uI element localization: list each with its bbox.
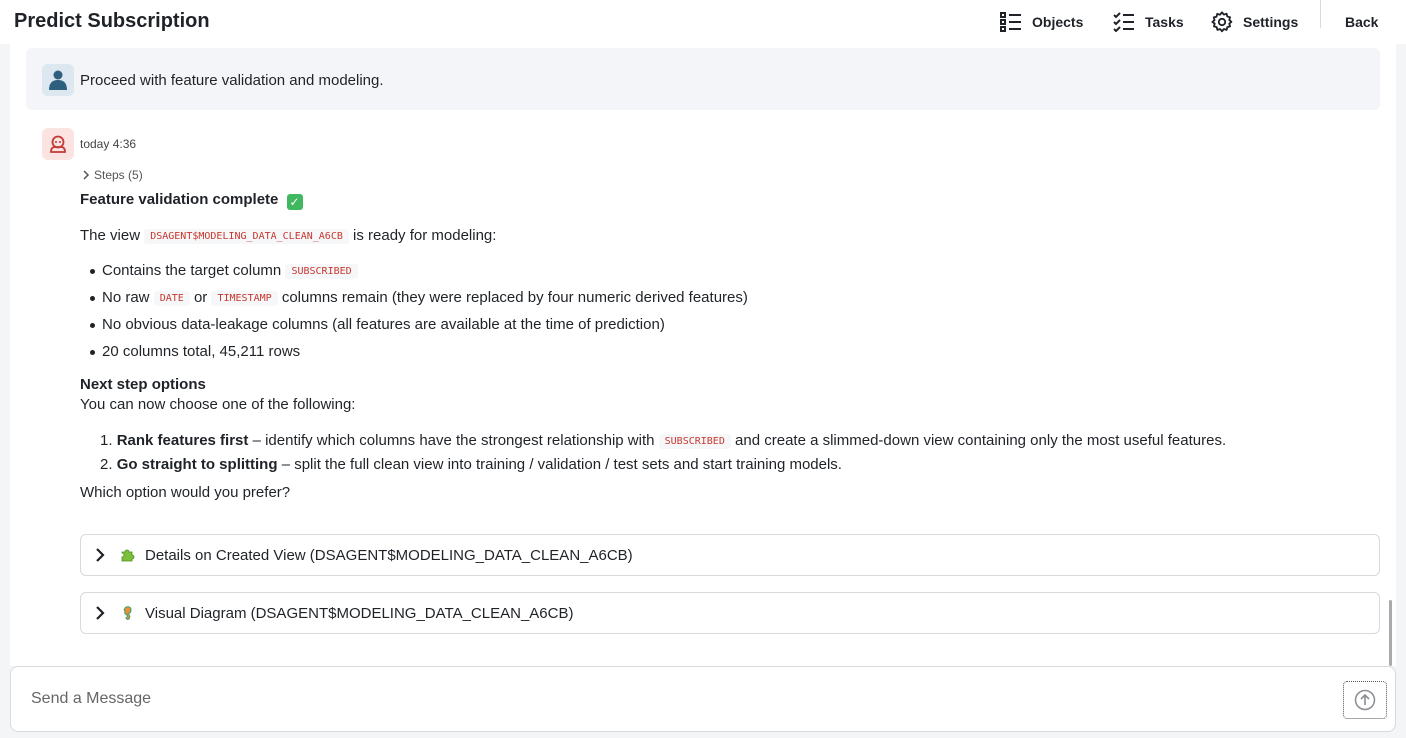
steps-label: Steps (5) (94, 168, 143, 182)
list-item: No raw DATE or TIMESTAMP columns remain … (88, 284, 1380, 311)
list-item: Contains the target column SUBSCRIBED (88, 257, 1380, 284)
chevron-right-icon (83, 170, 90, 180)
puzzle-icon (119, 546, 137, 564)
user-icon (49, 70, 67, 90)
bullet1-prefix: Contains the target column (102, 262, 282, 279)
checklist-icon (1113, 12, 1134, 32)
bullet2-or: or (193, 289, 208, 306)
list-item: 2. Go straight to splitting – split the … (100, 453, 1380, 477)
robot-icon (50, 135, 66, 153)
seahorse-icon (119, 604, 137, 622)
send-button[interactable] (1343, 681, 1387, 719)
user-message-text: Proceed with feature validation and mode… (80, 72, 384, 89)
nav-divider (1320, 0, 1321, 28)
bullet2-prefix: No raw (102, 289, 150, 306)
closing-question: Which option would you prefer? (80, 484, 291, 501)
result-heading-text: Feature validation complete (80, 191, 279, 208)
option-text: – identify which columns have the strong… (252, 432, 655, 449)
back-button[interactable]: Back (1345, 8, 1378, 36)
intro-line: The view DSAGENT$MODELING_DATA_CLEAN_A6C… (80, 226, 1380, 246)
assistant-message-body: Feature validation complete ✓ The view D… (80, 190, 1380, 503)
objects-button[interactable]: Objects (1000, 8, 1083, 36)
gear-icon (1211, 11, 1233, 33)
message-composer (10, 666, 1396, 732)
tasks-label: Tasks (1145, 14, 1184, 30)
target-column-code: SUBSCRIBED (658, 434, 731, 449)
diagram-expander[interactable]: Visual Diagram (DSAGENT$MODELING_DATA_CL… (80, 592, 1380, 634)
assistant-avatar (42, 128, 74, 160)
timestamp-code: TIMESTAMP (211, 291, 278, 306)
next-steps-heading: Next step options (80, 376, 206, 393)
check-icon: ✓ (286, 194, 303, 210)
list-item: 1. Rank features first – identify which … (100, 429, 1380, 453)
settings-button[interactable]: Settings (1211, 8, 1298, 36)
option-text-end: and create a slimmed-down view containin… (735, 432, 1227, 449)
view-name-code: DSAGENT$MODELING_DATA_CLEAN_A6CB (144, 229, 349, 244)
tasks-button[interactable]: Tasks (1113, 8, 1184, 36)
list-item: 20 columns total, 45,211 rows (88, 338, 1380, 365)
bullet2-suffix: columns remain (they were replaced by fo… (281, 289, 748, 306)
message-input[interactable] (21, 681, 1321, 717)
option-title: Go straight to splitting (116, 456, 278, 473)
target-column-code: SUBSCRIBED (285, 264, 358, 279)
chevron-right-icon (96, 606, 105, 620)
settings-label: Settings (1243, 14, 1299, 30)
app-title: Predict Subscription (14, 10, 210, 32)
option-number: 1. (100, 432, 113, 449)
result-heading: Feature validation complete ✓ (80, 190, 1380, 210)
next-steps-intro: You can now choose one of the following: (80, 396, 356, 413)
top-bar: Predict Subscription Objects Tasks Setti… (0, 0, 1406, 44)
scrollbar[interactable] (1389, 600, 1392, 666)
chevron-right-icon (96, 548, 105, 562)
list-icon (1000, 12, 1021, 32)
date-code: DATE (153, 291, 190, 306)
intro-suffix: is ready for modeling: (353, 227, 497, 244)
chat-panel: Proceed with feature validation and mode… (10, 44, 1396, 666)
back-label: Back (1345, 14, 1379, 30)
arrow-up-circle-icon (1354, 689, 1376, 711)
objects-label: Objects (1032, 14, 1084, 30)
user-message: Proceed with feature validation and mode… (26, 48, 1380, 110)
option-number: 2. (100, 456, 113, 473)
options-list: 1. Rank features first – identify which … (100, 429, 1380, 477)
details-expander[interactable]: Details on Created View (DSAGENT$MODELIN… (80, 534, 1380, 576)
diagram-expander-label: Visual Diagram (DSAGENT$MODELING_DATA_CL… (145, 604, 574, 622)
option-text: – split the full clean view into trainin… (281, 456, 842, 473)
message-timestamp: today 4:36 (80, 137, 137, 151)
list-item: No obvious data-leakage columns (all fea… (88, 311, 1380, 338)
option-title: Rank features first (116, 432, 249, 449)
details-expander-label: Details on Created View (DSAGENT$MODELIN… (145, 546, 633, 564)
steps-toggle[interactable]: Steps (5) (82, 168, 143, 182)
validation-list: Contains the target column SUBSCRIBED No… (88, 257, 1380, 365)
intro-prefix: The view (80, 227, 141, 244)
user-avatar (42, 64, 74, 96)
